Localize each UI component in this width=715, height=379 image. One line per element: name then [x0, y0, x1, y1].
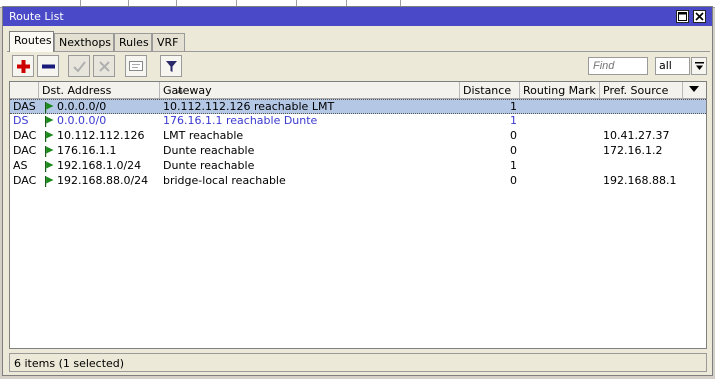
comment-icon [129, 61, 143, 71]
cell-dst: 10.112.112.126 [57, 129, 145, 142]
table-header: Dst. Address ▲ Gateway Distance Routing … [10, 82, 706, 99]
chevron-down-icon [694, 61, 704, 70]
table-row[interactable]: DAC 10.112.112.126 LMT reachable 0 10.41.27.… [10, 129, 706, 144]
route-list-window: Route List Routes Nexthops Rules VRF Fin… [2, 6, 713, 376]
close-icon[interactable] [693, 10, 706, 23]
table-row[interactable]: AS 192.168.1.0/24 Dunte reachable 1 [10, 159, 706, 174]
column-header-pref-source[interactable]: Pref. Source [600, 82, 683, 98]
filter-select[interactable]: all [655, 57, 690, 75]
cell-dst: 192.168.1.0/24 [57, 159, 142, 172]
toolbar: all [9, 55, 709, 79]
cell-distance: 0 [510, 129, 517, 142]
cell-flags: DS [13, 114, 29, 127]
cell-distance: 0 [510, 144, 517, 157]
cell-mark [520, 114, 600, 129]
column-header-distance[interactable]: Distance [460, 82, 520, 98]
column-header-routing-mark[interactable]: Routing Mark [520, 82, 600, 98]
active-flag-icon [45, 146, 54, 157]
cell-flags: DAC [13, 129, 37, 142]
active-flag-icon [45, 116, 54, 127]
column-header-dst-address[interactable]: Dst. Address ▲ [39, 82, 183, 98]
active-flag-icon [45, 176, 54, 187]
cell-mark [520, 159, 600, 174]
active-flag-icon [45, 161, 54, 172]
cell-mark [520, 129, 600, 144]
enable-button[interactable] [68, 55, 90, 77]
table-row[interactable]: DAC 176.16.1.1 Dunte reachable 0 172.16.1.2 [10, 144, 706, 159]
cell-flags: AS [13, 159, 28, 172]
cell-gateway: 176.16.1.1 reachable Dunte [163, 114, 318, 127]
comment-button[interactable] [125, 55, 147, 77]
cell-mark [520, 144, 600, 159]
cell-mark [520, 174, 600, 189]
cell-dst: 0.0.0.0/0 [57, 100, 107, 113]
cell-dst: 192.168.88.0/24 [57, 174, 149, 187]
cell-pref: 172.16.1.2 [603, 144, 663, 157]
status-bar: 6 items (1 selected) [9, 353, 707, 372]
cell-pref: 10.41.27.37 [603, 129, 670, 142]
route-table: Dst. Address ▲ Gateway Distance Routing … [9, 81, 707, 349]
cell-pref [600, 100, 683, 115]
cell-dst: 176.16.1.1 [57, 144, 117, 157]
column-header-flags[interactable] [10, 82, 39, 98]
cell-distance: 1 [510, 159, 517, 172]
table-row[interactable]: DS 0.0.0.0/0 176.16.1.1 reachable Dunte 1 [10, 114, 706, 129]
table-row[interactable]: DAS 0.0.0.0/0 10.112.112.126 reachable LMT… [10, 99, 706, 114]
cell-flags: DAC [13, 174, 37, 187]
filter-dropdown-button[interactable] [691, 57, 707, 75]
window-title: Route List [9, 10, 64, 23]
filter-icon [165, 60, 177, 72]
tab-rules[interactable]: Rules [114, 33, 152, 51]
remove-icon [41, 64, 55, 68]
enable-icon [72, 60, 86, 73]
cell-flags: DAC [13, 144, 37, 157]
cell-gateway: Dunte reachable [163, 159, 255, 172]
cell-gateway: Dunte reachable [163, 144, 255, 157]
filter-button[interactable] [160, 55, 182, 77]
tab-vrf[interactable]: VRF [152, 33, 185, 51]
add-button[interactable] [12, 55, 34, 77]
disable-icon [98, 60, 110, 72]
cell-gateway: 10.112.112.126 reachable LMT [163, 100, 335, 113]
maximize-icon[interactable] [676, 10, 689, 23]
tab-routes[interactable]: Routes [9, 31, 54, 52]
cell-distance: 1 [510, 114, 517, 127]
column-header-gateway[interactable]: Gateway [160, 82, 460, 98]
table-row[interactable]: DAC 192.168.88.0/24 bridge-local reachable… [10, 174, 706, 189]
cell-distance: 1 [510, 100, 517, 113]
tab-divider [7, 51, 710, 52]
cell-pref [600, 159, 683, 174]
cell-distance: 0 [510, 174, 517, 187]
chevron-down-icon [689, 86, 699, 92]
active-flag-icon [45, 102, 54, 113]
cell-gateway: LMT reachable [163, 129, 244, 142]
find-input[interactable] [588, 57, 648, 75]
cell-dst: 0.0.0.0/0 [57, 114, 107, 127]
title-bar[interactable]: Route List [3, 7, 712, 26]
active-flag-icon [45, 131, 54, 142]
column-chooser-button[interactable] [683, 82, 706, 98]
disable-button[interactable] [93, 55, 115, 77]
cell-gateway: bridge-local reachable [163, 174, 286, 187]
add-icon [16, 59, 30, 73]
column-header-label: Dst. Address [42, 84, 112, 97]
cell-flags: DAS [13, 100, 36, 113]
tab-nexthops[interactable]: Nexthops [54, 33, 114, 51]
remove-button[interactable] [37, 55, 59, 77]
cell-pref [600, 114, 683, 129]
cell-mark [520, 100, 600, 115]
cell-pref: 192.168.88.1 [603, 174, 677, 187]
